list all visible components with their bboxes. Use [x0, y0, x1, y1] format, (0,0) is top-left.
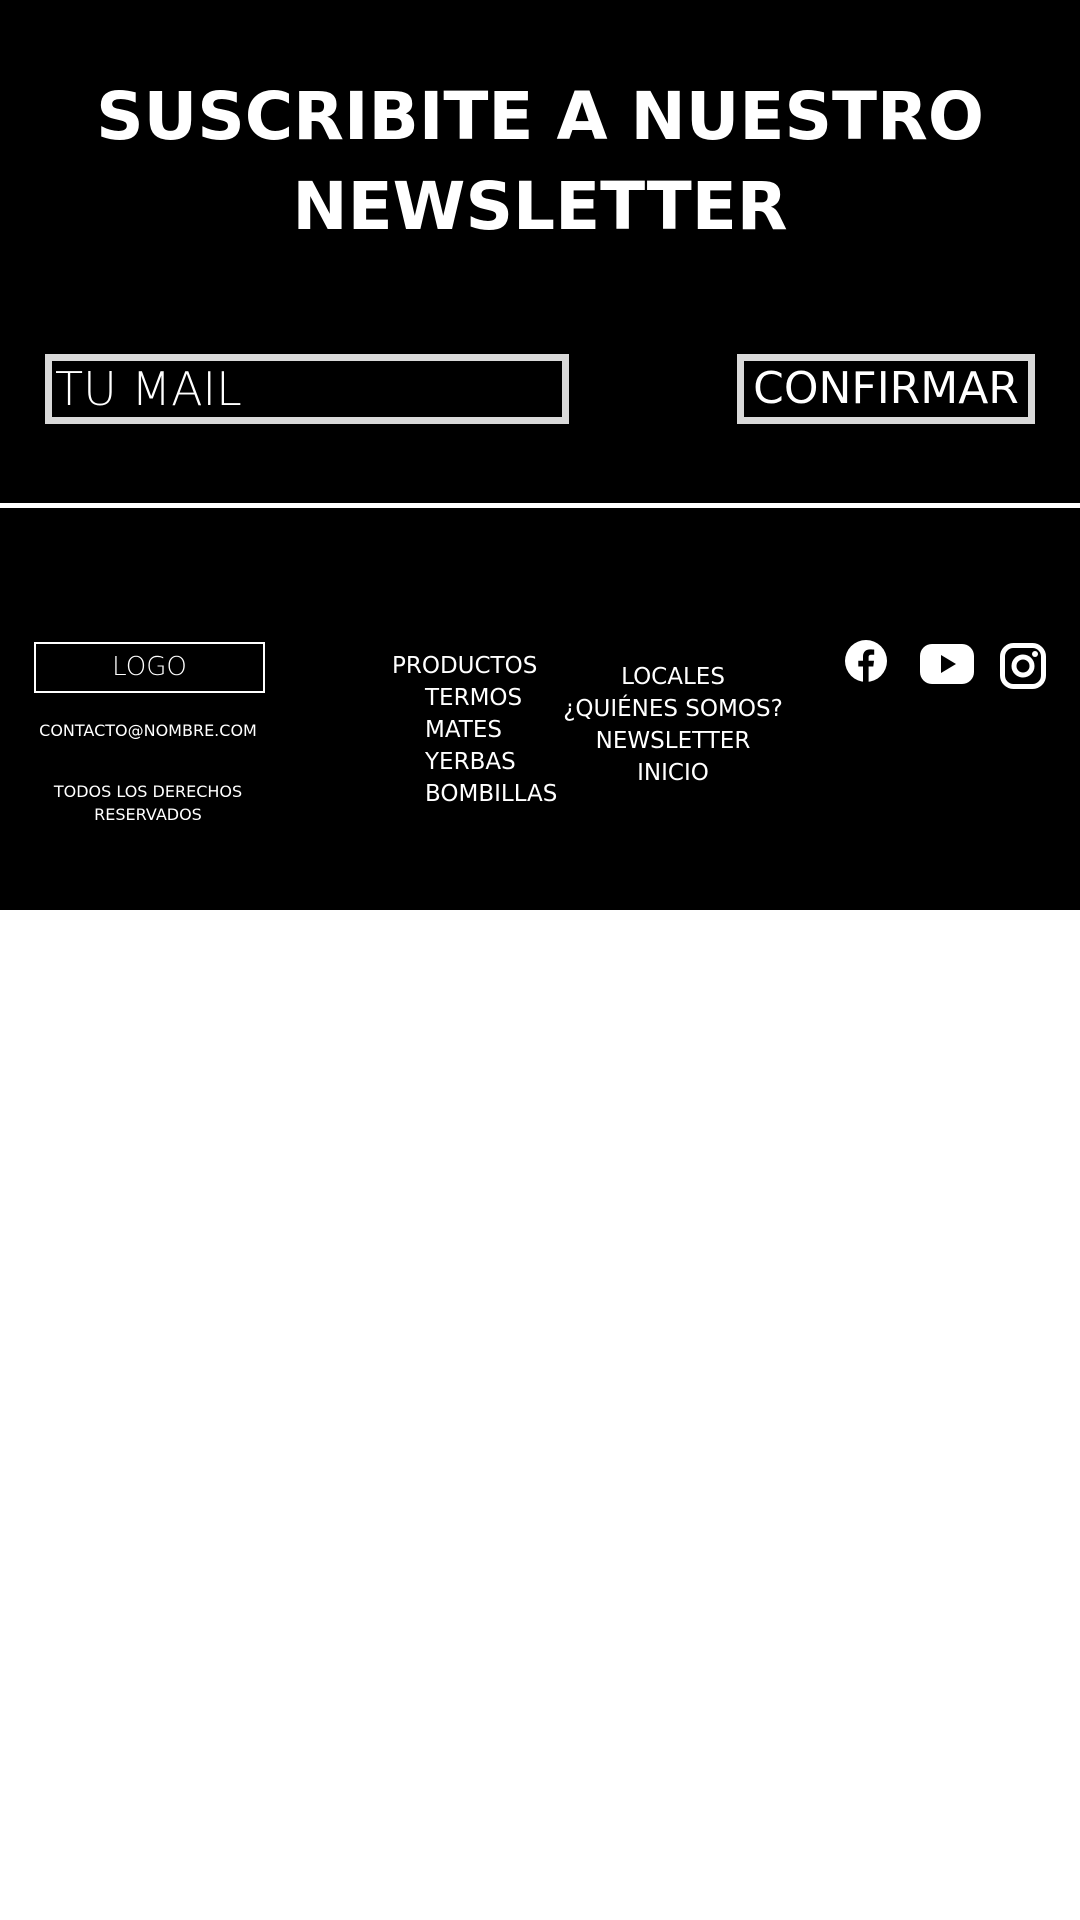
newsletter-title-line1: SUSCRIBITE A NUESTRO: [96, 78, 984, 155]
rights-line1: TODOS LOS DERECHOS: [53, 782, 243, 801]
nav-link-products[interactable]: PRODUCTOS: [392, 650, 557, 682]
nav-link-bombillas[interactable]: BOMBILLAS: [392, 778, 557, 810]
nav-link-inicio[interactable]: INICIO: [553, 757, 793, 789]
products-nav: PRODUCTOS TERMOS MATES YERBAS BOMBILLAS: [392, 650, 557, 810]
divider: [0, 503, 1080, 508]
instagram-icon[interactable]: [1000, 643, 1046, 689]
email-input[interactable]: [52, 361, 562, 417]
facebook-icon[interactable]: [845, 640, 887, 682]
nav-link-termos[interactable]: TERMOS: [392, 682, 557, 714]
youtube-icon[interactable]: [920, 644, 974, 684]
newsletter-title: SUSCRIBITE A NUESTRO NEWSLETTER: [0, 72, 1080, 252]
nav-link-yerbas[interactable]: YERBAS: [392, 746, 557, 778]
contact-email[interactable]: CONTACTO@NOMBRE.COM: [0, 720, 296, 742]
logo[interactable]: LOGO: [34, 642, 265, 693]
confirm-button[interactable]: CONFIRMAR: [737, 354, 1035, 424]
nav-link-about[interactable]: ¿QUIÉNES SOMOS?: [553, 693, 793, 725]
newsletter-title-line2: NEWSLETTER: [292, 168, 788, 245]
nav-link-newsletter[interactable]: NEWSLETTER: [553, 725, 793, 757]
copyright-text: TODOS LOS DERECHOS RESERVADOS: [40, 780, 256, 826]
nav-link-mates[interactable]: MATES: [392, 714, 557, 746]
nav-link-locales[interactable]: LOCALES: [553, 661, 793, 693]
site-nav: LOCALES ¿QUIÉNES SOMOS? NEWSLETTER INICI…: [553, 661, 793, 789]
rights-line2: RESERVADOS: [94, 805, 202, 824]
email-field[interactable]: [45, 354, 569, 424]
page-content: SUSCRIBITE A NUESTRO NEWSLETTER CONFIRMA…: [0, 0, 1080, 910]
